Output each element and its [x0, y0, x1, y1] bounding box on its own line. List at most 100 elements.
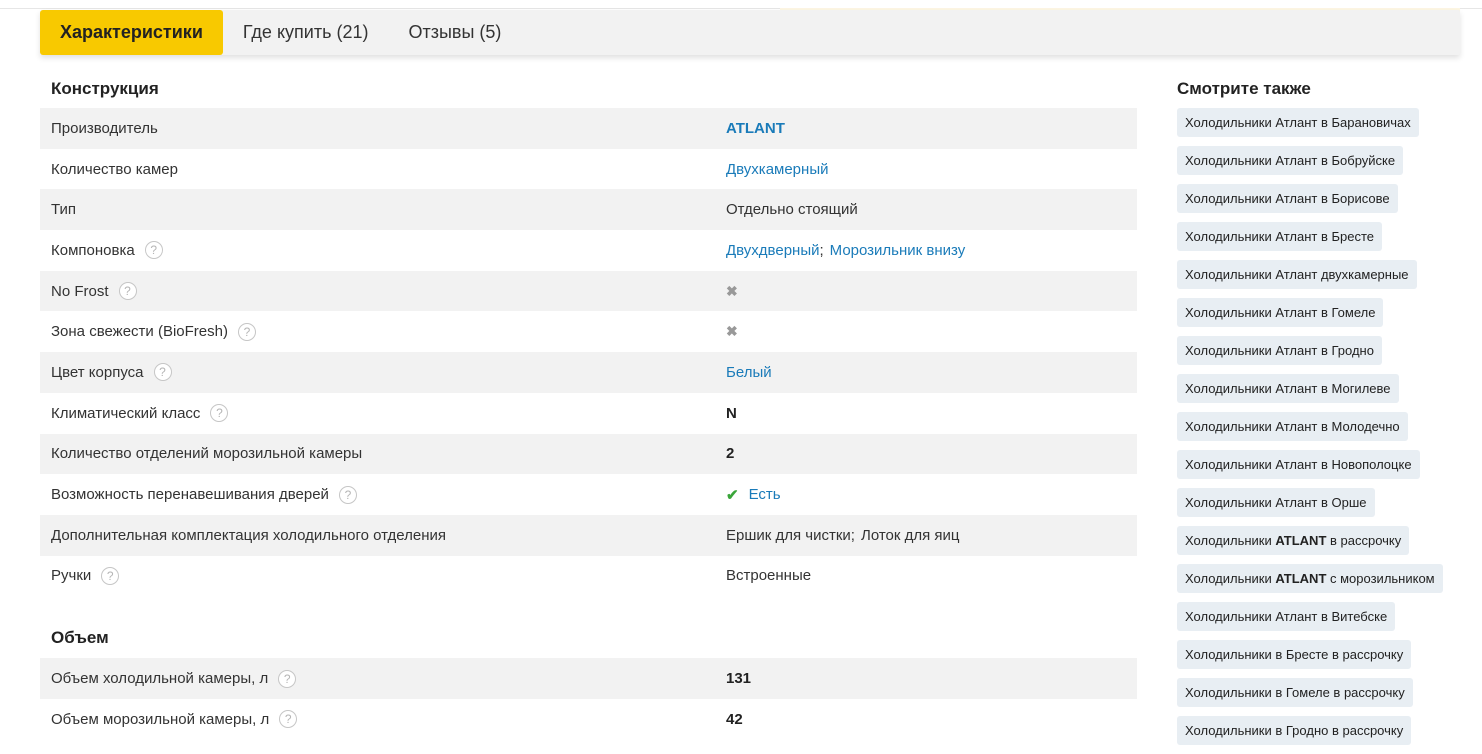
spec-label-text: Климатический класс [51, 404, 201, 422]
spec-value-text: Встроенные [726, 567, 812, 585]
chip-text-bold: ATLANT [1275, 571, 1327, 586]
see-also-sidebar: Смотрите также Холодильники Атлант в Бар… [1177, 70, 1477, 754]
spec-row: Объем холодильной камеры, л? 131 [40, 658, 1137, 699]
see-also-link[interactable]: Холодильники Атлант двухкамерные [1177, 260, 1417, 289]
tab-reviews[interactable]: Отзывы (5) [388, 10, 521, 55]
see-also-link[interactable]: Холодильники Атлант в Витебске [1177, 602, 1396, 631]
spec-label: Ручки? [40, 566, 726, 585]
help-icon[interactable]: ? [279, 710, 298, 729]
spec-value: ✖ [726, 323, 1137, 340]
see-also-link[interactable]: Холодильники Атлант в Могилеве [1177, 374, 1399, 403]
see-also-link[interactable]: Холодильники Атлант в Борисове [1177, 184, 1398, 213]
spec-label: Объем холодильной камеры, л? [40, 669, 726, 688]
spec-row: Количество отделений морозильной камеры … [40, 433, 1137, 475]
help-icon[interactable]: ? [153, 363, 172, 382]
spec-label: Дополнительная комплектация холодильного… [40, 527, 726, 544]
spec-label-text: No Frost [51, 282, 109, 300]
tab-bar: Характеристики Где купить (21) Отзывы (5… [40, 10, 1460, 55]
spec-row: Цвет корпуса? Белый [40, 352, 1137, 393]
chip-text: Холодильники [1185, 571, 1276, 586]
spec-label: Компоновка? [40, 241, 726, 260]
chip-text-bold: ATLANT [1275, 533, 1327, 548]
manufacturer-link[interactable]: ATLANT [726, 120, 785, 137]
spec-label-text: Компоновка [51, 241, 135, 259]
spec-label: Тип [40, 201, 726, 218]
spec-label-text: Количество камер [51, 160, 178, 178]
help-icon[interactable]: ? [118, 282, 137, 301]
spec-value: Двухкамерный [726, 161, 1137, 178]
spec-label-text: Ручки [51, 567, 92, 585]
spec-value: 2 [726, 445, 1137, 462]
see-also-link[interactable]: Холодильники ATLANT в рассрочку [1177, 526, 1410, 555]
spec-label: Объем морозильной камеры, л? [40, 710, 726, 729]
help-icon[interactable]: ? [210, 404, 229, 423]
see-also-link[interactable]: Холодильники Атлант в Гомеле [1177, 298, 1384, 327]
spec-label: Производитель [40, 120, 726, 137]
spec-value-text: 131 [726, 670, 752, 688]
spec-value: Отдельно стоящий [726, 201, 1137, 218]
see-also-link[interactable]: Холодильники в Гомеле в рассрочку [1177, 678, 1413, 707]
spec-row: No Frost? ✖ [40, 270, 1137, 312]
spec-value: Белый [726, 364, 1137, 381]
spec-row: Производитель ATLANT [40, 108, 1137, 149]
check-icon: ✔ [726, 486, 739, 504]
see-also-link[interactable]: Холодильники Атлант в Новополоцке [1177, 450, 1420, 479]
spec-value: ✔ Есть [726, 486, 1137, 504]
spec-value: ATLANT [726, 120, 1137, 137]
separator: ; [819, 241, 824, 259]
spec-label-text: Дополнительная комплектация холодильного… [51, 526, 447, 544]
spec-value: ✖ [726, 283, 1137, 300]
see-also-link[interactable]: Холодильники Атлант в Гродно [1177, 336, 1382, 365]
spec-label-text: Возможность перенавешивания дверей [51, 486, 329, 504]
spec-value-text: 2 [726, 445, 735, 463]
spec-row: Зона свежести (BioFresh)? ✖ [40, 311, 1137, 352]
spec-row: Ручки? Встроенные [40, 556, 1137, 597]
door-reversal-link[interactable]: Есть [749, 486, 781, 503]
spec-value: Двухдверный; Морозильник внизу [726, 242, 1137, 259]
spec-value: N [726, 405, 1137, 422]
see-also-link[interactable]: Холодильники Атлант в Барановичах [1177, 108, 1419, 137]
see-also-link[interactable]: Холодильники ATLANT с морозильником [1177, 564, 1443, 593]
layout-link-doors[interactable]: Двухдверный [726, 242, 819, 259]
spec-label: Количество камер [40, 161, 726, 178]
spec-label: Возможность перенавешивания дверей? [40, 485, 726, 504]
spec-label: No Frost? [40, 282, 726, 301]
tab-where-to-buy[interactable]: Где купить (21) [223, 10, 389, 55]
separator: ; [850, 526, 855, 544]
see-also-link[interactable]: Холодильники в Гродно в рассрочку [1177, 716, 1412, 745]
spec-label-text: Объем холодильной камеры, л [51, 670, 269, 688]
spec-row: Тип Отдельно стоящий [40, 189, 1137, 231]
spec-value: Встроенные [726, 567, 1137, 584]
spec-value-text: Ершик для чистки [726, 526, 851, 544]
see-also-link[interactable]: Холодильники Атлант в Молодечно [1177, 412, 1408, 441]
see-also-link[interactable]: Холодильники в Бресте в рассрочку [1177, 640, 1412, 669]
section-volume-rows: Объем холодильной камеры, л? 131 Объем м… [40, 658, 1137, 739]
see-also-list: Холодильники Атлант в Барановичах Холоди… [1177, 108, 1477, 754]
chambers-link[interactable]: Двухкамерный [726, 161, 828, 178]
help-icon[interactable]: ? [101, 566, 120, 585]
see-also-link[interactable]: Холодильники Атлант в Орше [1177, 488, 1375, 517]
spec-label-text: Зона свежести (BioFresh) [51, 323, 228, 341]
color-link[interactable]: Белый [726, 364, 772, 381]
layout-link-freezer[interactable]: Морозильник внизу [830, 242, 966, 259]
spec-label: Зона свежести (BioFresh)? [40, 322, 726, 341]
spec-label: Цвет корпуса? [40, 363, 726, 382]
see-also-link[interactable]: Холодильники Атлант в Бобруйске [1177, 146, 1404, 175]
see-also-title: Смотрите также [1177, 79, 1311, 98]
spec-label: Количество отделений морозильной камеры [40, 445, 726, 462]
spec-value: 42 [726, 711, 1137, 728]
help-icon[interactable]: ? [144, 241, 163, 260]
specs-table: Конструкция Производитель ATLANT Количес… [40, 70, 1137, 740]
help-icon[interactable]: ? [278, 669, 297, 688]
see-also-link[interactable]: Холодильники Атлант в Бресте [1177, 222, 1383, 251]
spec-row: Компоновка? Двухдверный; Морозильник вниз… [40, 230, 1137, 271]
cross-icon: ✖ [726, 323, 738, 340]
chip-text: Холодильники [1185, 533, 1276, 548]
spec-label-text: Производитель [51, 119, 158, 137]
help-icon[interactable]: ? [237, 322, 256, 341]
spec-value-text: 42 [726, 710, 743, 728]
spec-row: Дополнительная комплектация холодильного… [40, 514, 1137, 556]
spec-value-text: Лоток для яиц [860, 526, 960, 544]
help-icon[interactable]: ? [338, 485, 357, 504]
tab-characteristics[interactable]: Характеристики [40, 10, 223, 55]
